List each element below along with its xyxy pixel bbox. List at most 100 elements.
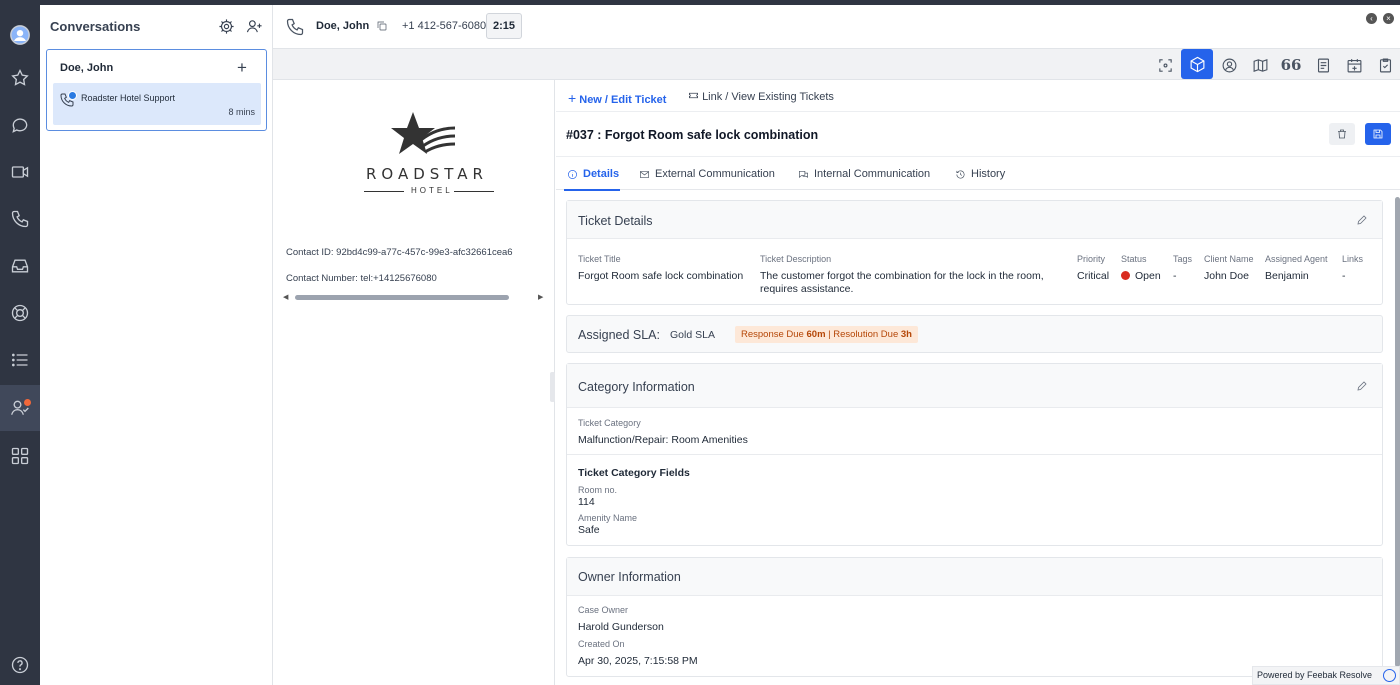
ticket-details-title: Ticket Details: [578, 214, 653, 228]
label-room-no: Room no.: [578, 485, 618, 495]
value-client-name: John Doe: [1204, 270, 1249, 282]
sla-response-label: Response Due: [741, 329, 804, 340]
save-ticket-button[interactable]: [1365, 123, 1391, 145]
conversations-title: Conversations: [50, 19, 141, 34]
tab-internal-label: Internal Communication: [814, 168, 931, 180]
tab-external-communication[interactable]: External Communication: [639, 168, 775, 180]
apps-grid-icon[interactable]: [8, 444, 32, 468]
ticket-tabs: Details External Communication Internal …: [556, 156, 1400, 191]
pencil-icon[interactable]: [1356, 214, 1368, 229]
mail-icon: [640, 170, 649, 178]
user-avatar-icon[interactable]: [8, 23, 32, 47]
status-dot: [1121, 271, 1130, 280]
conversation-item[interactable]: Roadster Hotel Support 8 mins: [53, 83, 261, 125]
video-icon[interactable]: [8, 160, 32, 184]
ticket-pane: + New / Edit Ticket Link / View Existing…: [556, 80, 1400, 685]
gear-icon[interactable]: [218, 18, 235, 38]
quote-icon[interactable]: 66: [1277, 52, 1305, 78]
scrollbar-thumb[interactable]: [295, 295, 509, 300]
logo-rule-left: [364, 191, 404, 192]
check-badge-icon: [68, 91, 77, 100]
value-assigned-agent: Benjamin: [1265, 270, 1309, 282]
plus-icon: +: [568, 90, 577, 106]
lifebuoy-icon[interactable]: [8, 301, 32, 325]
value-links: -: [1342, 270, 1346, 282]
feebak-logo-icon: [1383, 669, 1396, 682]
save-icon: [1373, 129, 1383, 139]
profile-icon[interactable]: [1215, 52, 1243, 78]
sla-resolution-label: Resolution Due: [833, 329, 899, 340]
conversation-contact-name: Doe, John: [60, 62, 114, 74]
value-case-owner: Harold Gunderson: [578, 621, 664, 633]
clipboard-check-icon[interactable]: [1371, 52, 1399, 78]
tab-internal-communication[interactable]: Internal Communication: [798, 168, 930, 180]
value-ticket-title: Forgot Room safe lock combination: [578, 270, 744, 282]
add-conversation-icon[interactable]: +: [237, 58, 247, 78]
focus-icon[interactable]: [1151, 52, 1179, 78]
conversation-card[interactable]: Doe, John + Roadster Hotel Support 8 min…: [46, 49, 267, 131]
chat-icon[interactable]: [8, 113, 32, 137]
tab-details[interactable]: Details: [567, 168, 619, 180]
conversations-header: Conversations: [40, 5, 273, 47]
active-tab-indicator: [564, 189, 620, 191]
close-icon[interactable]: ×: [1383, 13, 1394, 24]
category-divider: [567, 454, 1382, 455]
phone-icon[interactable]: [285, 17, 305, 40]
star-icon[interactable]: [8, 66, 32, 90]
conversation-item-label: Roadster Hotel Support: [81, 93, 176, 103]
pencil-icon[interactable]: [1356, 380, 1368, 395]
ticket-details-header: Ticket Details: [567, 201, 1382, 239]
powered-by-footer[interactable]: Powered by Feebak Resolve: [1252, 666, 1400, 685]
link-view-tickets-button[interactable]: Link / View Existing Tickets: [688, 90, 834, 103]
trash-icon: [1338, 129, 1346, 139]
copy-icon[interactable]: [376, 20, 388, 35]
tab-details-label: Details: [583, 168, 620, 180]
ticket-details-card: Ticket Details Ticket Title Forgot Room …: [566, 200, 1383, 305]
document-icon[interactable]: [1309, 52, 1337, 78]
category-fields-title: Ticket Category Fields: [578, 467, 690, 479]
conversations-panel: Conversations Doe, John + Roadster Hotel…: [40, 5, 273, 685]
call-timer: 2:15: [486, 13, 522, 39]
back-icon[interactable]: ‹: [1366, 13, 1377, 24]
link-view-tickets-label: Link / View Existing Tickets: [702, 91, 834, 103]
sla-title: Assigned SLA:: [578, 328, 660, 342]
window-controls: ‹ ×: [1366, 10, 1400, 24]
assigned-sla-card: Assigned SLA: Gold SLA Response Due 60m …: [566, 315, 1383, 353]
delete-ticket-button[interactable]: [1329, 123, 1355, 145]
label-created-on: Created On: [578, 639, 625, 649]
powered-by-text: Powered by Feebak Resolve: [1257, 670, 1373, 680]
map-icon[interactable]: [1246, 52, 1274, 78]
scroll-left-icon[interactable]: ◀: [283, 293, 288, 301]
ticket-title: #037 : Forgot Room safe lock combination: [566, 128, 819, 142]
label-ticket-category: Ticket Category: [578, 418, 641, 428]
list-icon[interactable]: [8, 348, 32, 372]
horizontal-scrollbar[interactable]: ◀ ▶: [283, 293, 546, 301]
help-icon[interactable]: [8, 653, 32, 677]
label-ticket-title: Ticket Title: [578, 254, 621, 264]
value-status-text: Open: [1135, 270, 1161, 282]
label-amenity-name: Amenity Name: [578, 513, 638, 523]
scroll-right-icon[interactable]: ▶: [538, 293, 543, 301]
history-icon: [956, 170, 965, 178]
label-case-owner: Case Owner: [578, 605, 629, 615]
new-edit-ticket-button[interactable]: + New / Edit Ticket: [568, 90, 666, 106]
category-title: Category Information: [578, 380, 695, 394]
ticket-icon: [689, 92, 698, 99]
tab-external-label: External Communication: [655, 168, 775, 180]
add-user-icon[interactable]: [246, 18, 263, 38]
pane-resize-handle[interactable]: [550, 372, 555, 402]
ticket-actions-bar: + New / Edit Ticket Link / View Existing…: [556, 80, 1400, 112]
logo-rule-right: [454, 191, 494, 192]
inbox-icon[interactable]: [8, 254, 32, 278]
category-header: Category Information: [567, 364, 1382, 408]
contact-id: Contact ID: 92bd4c99-a77c-457c-99e3-afc3…: [286, 247, 513, 258]
vertical-scrollbar[interactable]: [1395, 189, 1400, 685]
vertical-scrollbar-thumb[interactable]: [1395, 197, 1400, 667]
ticket-cube-button[interactable]: [1181, 49, 1213, 79]
phone-icon[interactable]: [8, 207, 32, 231]
tab-history[interactable]: History: [955, 168, 1005, 180]
label-links: Links: [1342, 254, 1364, 264]
logo-star-icon: [391, 112, 456, 154]
calendar-add-icon[interactable]: [1340, 52, 1368, 78]
info-icon: [568, 169, 577, 179]
